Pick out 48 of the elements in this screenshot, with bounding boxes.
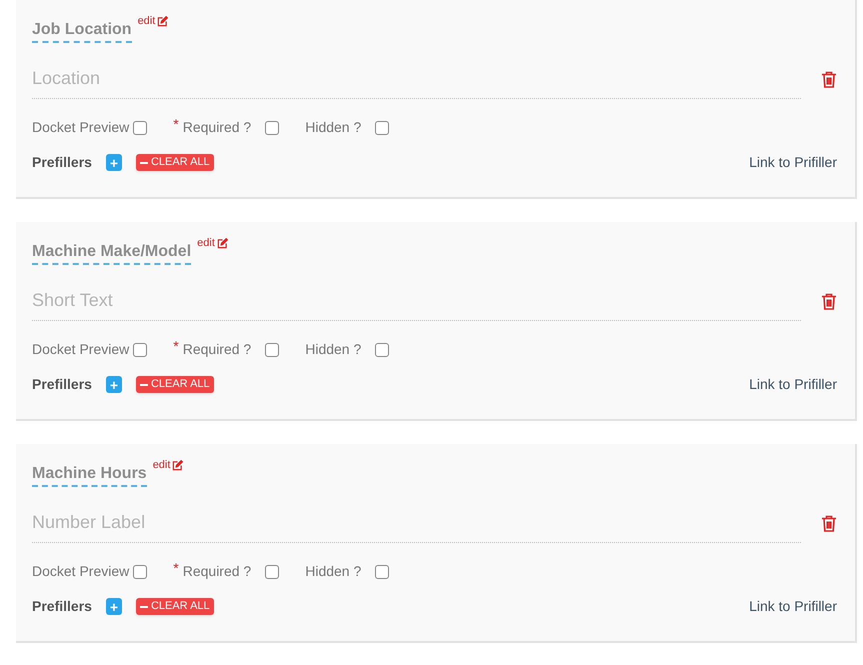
required-asterisk: *: [173, 115, 179, 134]
add-button[interactable]: +: [106, 376, 122, 393]
checkbox[interactable]: [375, 342, 390, 356]
checkbox[interactable]: [375, 564, 390, 578]
option-label: Docket Preview: [32, 340, 130, 359]
field-name-input[interactable]: Short Text: [32, 281, 801, 321]
checkbox[interactable]: [265, 342, 280, 356]
prefillers-label: Prefillers: [32, 597, 92, 616]
clear-all-button[interactable]: CLEAR ALL: [136, 154, 214, 171]
option-label: Required ?: [182, 118, 252, 137]
link-to-prefiller[interactable]: Link to Prifiller: [749, 374, 837, 395]
checkbox[interactable]: [265, 564, 280, 578]
field-name-input[interactable]: Location: [32, 59, 801, 99]
field-title: Machine Hours: [32, 463, 147, 487]
field-title: Machine Make/Model: [32, 241, 192, 265]
required-asterisk: *: [173, 559, 179, 578]
checkbox[interactable]: [133, 120, 148, 134]
checkbox[interactable]: [265, 120, 280, 134]
option-label: Docket Preview: [32, 562, 130, 581]
checkbox[interactable]: [375, 120, 390, 134]
trash-icon[interactable]: [821, 70, 837, 88]
option-label: Required ?: [182, 340, 252, 359]
option-label: Required ?: [182, 562, 252, 581]
link-to-prefiller[interactable]: Link to Prifiller: [749, 596, 837, 617]
option-label: Hidden ?: [305, 340, 362, 359]
trash-icon[interactable]: [821, 514, 837, 532]
clear-all-button[interactable]: CLEAR ALL: [136, 598, 214, 615]
link-to-prefiller[interactable]: Link to Prifiller: [749, 152, 837, 173]
option-label: Hidden ?: [305, 562, 362, 581]
checkbox[interactable]: [133, 564, 148, 578]
trash-icon[interactable]: [821, 292, 837, 310]
edit-icon: [216, 238, 228, 249]
prefillers-label: Prefillers: [32, 153, 92, 172]
clear-all-button[interactable]: CLEAR ALL: [136, 376, 214, 393]
required-asterisk: *: [173, 337, 179, 356]
field-name-input[interactable]: Number Label: [32, 503, 801, 543]
checkbox[interactable]: [133, 342, 148, 356]
add-button[interactable]: +: [106, 598, 122, 615]
edit-link[interactable]: edit: [197, 238, 228, 249]
field-title: Job Location: [32, 19, 132, 43]
edit-link[interactable]: edit: [152, 460, 184, 471]
add-button[interactable]: +: [106, 154, 122, 171]
option-label: Hidden ?: [305, 118, 362, 137]
prefillers-label: Prefillers: [32, 375, 92, 394]
edit-link[interactable]: edit: [138, 16, 168, 27]
edit-icon: [157, 16, 168, 27]
option-label: Docket Preview: [32, 118, 130, 137]
edit-icon: [172, 460, 184, 471]
